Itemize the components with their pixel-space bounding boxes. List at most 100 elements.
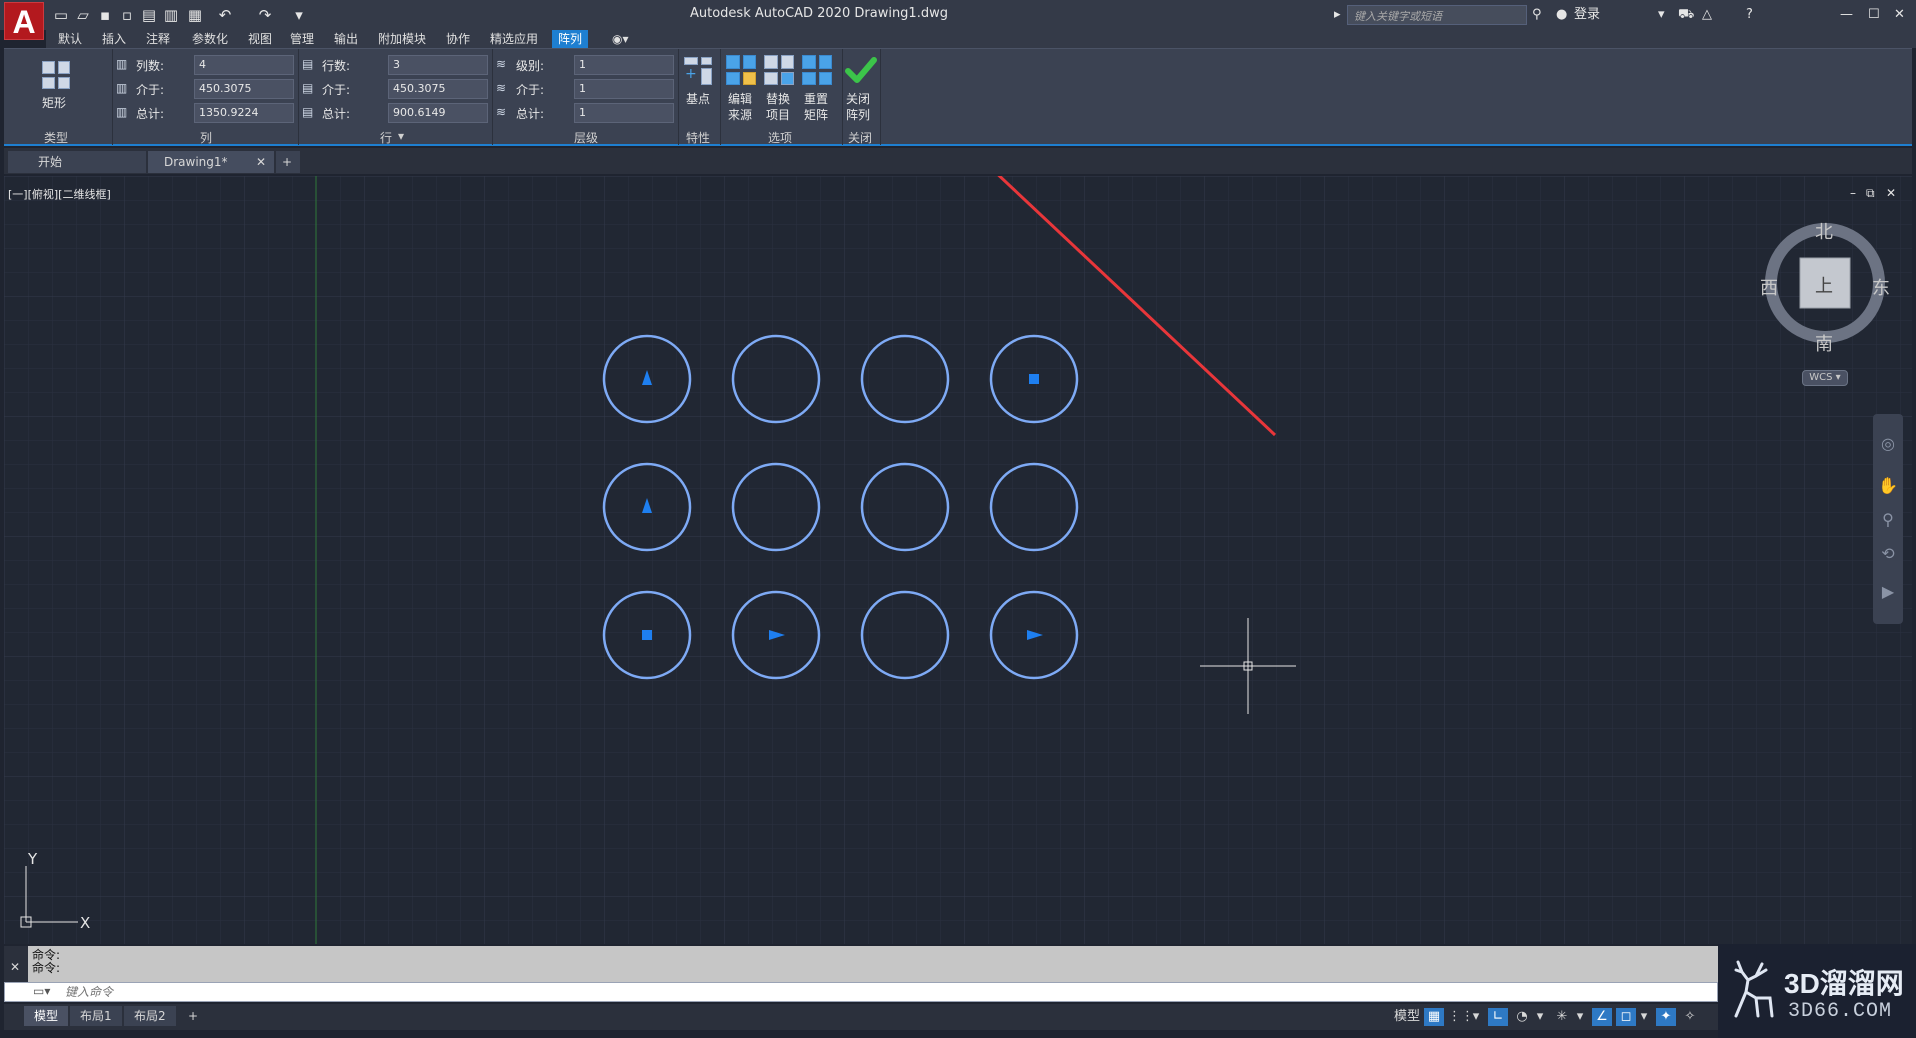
columns-count-field[interactable]: 4 <box>194 55 294 75</box>
zoom-icon[interactable]: ⚲ <box>1878 510 1898 530</box>
undo-icon[interactable]: ↶ <box>216 6 234 24</box>
tab-addins[interactable]: 附加模块 <box>372 30 432 48</box>
isodraft-icon[interactable]: ✳ <box>1552 1008 1572 1026</box>
close-icon[interactable]: ✕ <box>1894 6 1905 24</box>
export-icon[interactable]: ▥ <box>162 6 180 24</box>
layout-tab-layout2[interactable]: 布局2 <box>124 1006 176 1026</box>
polar-dropdown-icon[interactable]: ▾ <box>1534 1008 1546 1026</box>
layout-tab-layout1[interactable]: 布局1 <box>70 1006 122 1026</box>
layout-tab-model[interactable]: 模型 <box>24 1006 69 1026</box>
annotation-scale-icon[interactable]: ✧ <box>1680 1008 1700 1026</box>
command-input[interactable] <box>65 984 1565 1000</box>
connect-icon[interactable]: △ <box>1702 6 1712 24</box>
compass-east[interactable]: 东 <box>1872 274 1890 300</box>
viewport-minimize-icon[interactable]: – <box>1850 186 1856 200</box>
close-array-check-icon[interactable] <box>844 55 878 85</box>
model-space-toggle[interactable]: 模型 <box>1392 1008 1422 1026</box>
tab-insert[interactable]: 插入 <box>96 30 132 48</box>
maximize-icon[interactable]: ☐ <box>1868 6 1880 24</box>
rows-panel-expand-icon[interactable]: ▾ <box>398 129 404 143</box>
search-expand-icon[interactable]: ▸ <box>1334 6 1341 24</box>
annotation-visibility-icon[interactable]: ✦ <box>1656 1008 1676 1026</box>
plot-icon[interactable]: ▦ <box>186 6 204 24</box>
open-file-icon[interactable]: ▱ <box>74 6 92 24</box>
tab-array[interactable]: 阵列 <box>552 30 589 48</box>
steering-wheel-icon[interactable]: ◎ <box>1878 434 1898 454</box>
base-point-icon[interactable]: + <box>684 57 712 85</box>
new-tab-icon[interactable]: + <box>276 151 300 173</box>
tab-default[interactable]: 默认 <box>52 30 88 48</box>
add-layout-icon[interactable]: + <box>178 1006 208 1026</box>
replace-item-button[interactable]: 替换 项目 <box>766 91 790 123</box>
panel-title-rows[interactable]: 行 <box>380 129 392 146</box>
tab-collaborate[interactable]: 协作 <box>440 30 476 48</box>
tab-manage[interactable]: 管理 <box>284 30 320 48</box>
user-icon[interactable]: ● <box>1556 6 1567 24</box>
snap-dropdown-icon[interactable]: ▾ <box>1470 1008 1482 1026</box>
object-snap-tracking-icon[interactable]: ∠ <box>1592 1008 1612 1026</box>
columns-total-field[interactable]: 1350.9224 <box>194 103 294 123</box>
search-input[interactable]: 键入关键字或短语 <box>1347 5 1527 25</box>
minimize-icon[interactable]: — <box>1840 6 1853 24</box>
reset-matrix-icon[interactable] <box>802 55 832 85</box>
login-dropdown-icon[interactable]: ▾ <box>1658 6 1665 24</box>
tab-view[interactable]: 视图 <box>242 30 278 48</box>
rectangular-array-button[interactable]: 矩形 <box>42 95 66 111</box>
file-tab-drawing1[interactable]: Drawing1* ✕ <box>148 151 274 173</box>
object-snap-dropdown-icon[interactable]: ▾ <box>1638 1008 1650 1026</box>
edit-source-icon[interactable] <box>726 55 756 85</box>
compass-south[interactable]: 南 <box>1815 330 1833 356</box>
redo-icon[interactable]: ↷ <box>256 6 274 24</box>
levels-total-field[interactable]: 1 <box>574 103 674 123</box>
edit-source-button[interactable]: 编辑 来源 <box>728 91 752 123</box>
rows-count-field[interactable]: 3 <box>388 55 488 75</box>
binoculars-icon[interactable]: ⚲ <box>1532 6 1542 24</box>
columns-spacing-field[interactable]: 450.3075 <box>194 79 294 99</box>
close-command-line-icon[interactable]: ✕ <box>4 946 28 974</box>
cart-icon[interactable]: ⛟ <box>1678 6 1694 24</box>
app-logo[interactable]: A <box>4 2 44 40</box>
customize-qat-icon[interactable]: ▾ <box>290 6 308 24</box>
isodraft-dropdown-icon[interactable]: ▾ <box>1574 1008 1586 1026</box>
compass-north[interactable]: 北 <box>1815 218 1833 244</box>
levels-spacing-field[interactable]: 1 <box>574 79 674 99</box>
navigation-bar[interactable]: ◎ ✋ ⚲ ⟲ ▶ <box>1873 414 1903 624</box>
file-tab-start[interactable]: 开始 <box>8 151 146 173</box>
object-snap-icon[interactable]: ◻ <box>1616 1008 1636 1026</box>
orbit-icon[interactable]: ⟲ <box>1878 544 1898 564</box>
ribbon-display-toggle-icon[interactable]: ◉▾ <box>606 30 635 48</box>
save-as-icon[interactable]: ▫ <box>118 6 136 24</box>
showmotion-icon[interactable]: ▶ <box>1878 582 1898 602</box>
replace-item-icon[interactable] <box>764 55 794 85</box>
viewport-controls-label[interactable]: [一][俯视][二维线框] <box>8 186 111 202</box>
base-point-button[interactable]: 基点 <box>686 91 710 107</box>
rows-total-field[interactable]: 900.6149 <box>388 103 488 123</box>
close-tab-icon[interactable]: ✕ <box>256 151 266 173</box>
tab-output[interactable]: 输出 <box>328 30 364 48</box>
reset-matrix-button[interactable]: 重置 矩阵 <box>804 91 828 123</box>
help-icon[interactable]: ? <box>1746 6 1753 24</box>
save-icon[interactable]: ▪ <box>96 6 114 24</box>
wcs-menu[interactable]: WCS ▾ <box>1802 370 1848 386</box>
tab-annotate[interactable]: 注释 <box>140 30 176 48</box>
rectangular-array-icon[interactable] <box>42 61 70 89</box>
ortho-mode-icon[interactable]: ∟ <box>1488 1008 1508 1026</box>
command-recent-icon[interactable]: ▭▾ <box>33 984 50 998</box>
rows-spacing-field[interactable]: 450.3075 <box>388 79 488 99</box>
polar-tracking-icon[interactable]: ◔ <box>1512 1008 1532 1026</box>
pan-icon[interactable]: ✋ <box>1878 476 1898 496</box>
drawing-canvas[interactable]: Y X <box>4 176 1912 944</box>
viewport-close-icon[interactable]: ✕ <box>1886 186 1896 200</box>
viewcube-top-face[interactable]: 上 <box>1815 272 1833 298</box>
new-file-icon[interactable]: ▭ <box>52 6 70 24</box>
login-link[interactable]: 登录 <box>1574 6 1600 24</box>
tab-featured-apps[interactable]: 精选应用 <box>484 30 544 48</box>
viewcube[interactable]: 北 南 西 东 上 WCS ▾ <box>1750 218 1900 388</box>
compass-west[interactable]: 西 <box>1760 274 1778 300</box>
snap-mode-icon[interactable]: ⋮⋮ <box>1448 1008 1474 1026</box>
grid-display-icon[interactable]: ▦ <box>1424 1008 1444 1026</box>
publish-icon[interactable]: ▤ <box>140 6 158 24</box>
model-space[interactable]: Y X <box>4 176 1912 944</box>
levels-count-field[interactable]: 1 <box>574 55 674 75</box>
tab-parametric[interactable]: 参数化 <box>186 30 234 48</box>
